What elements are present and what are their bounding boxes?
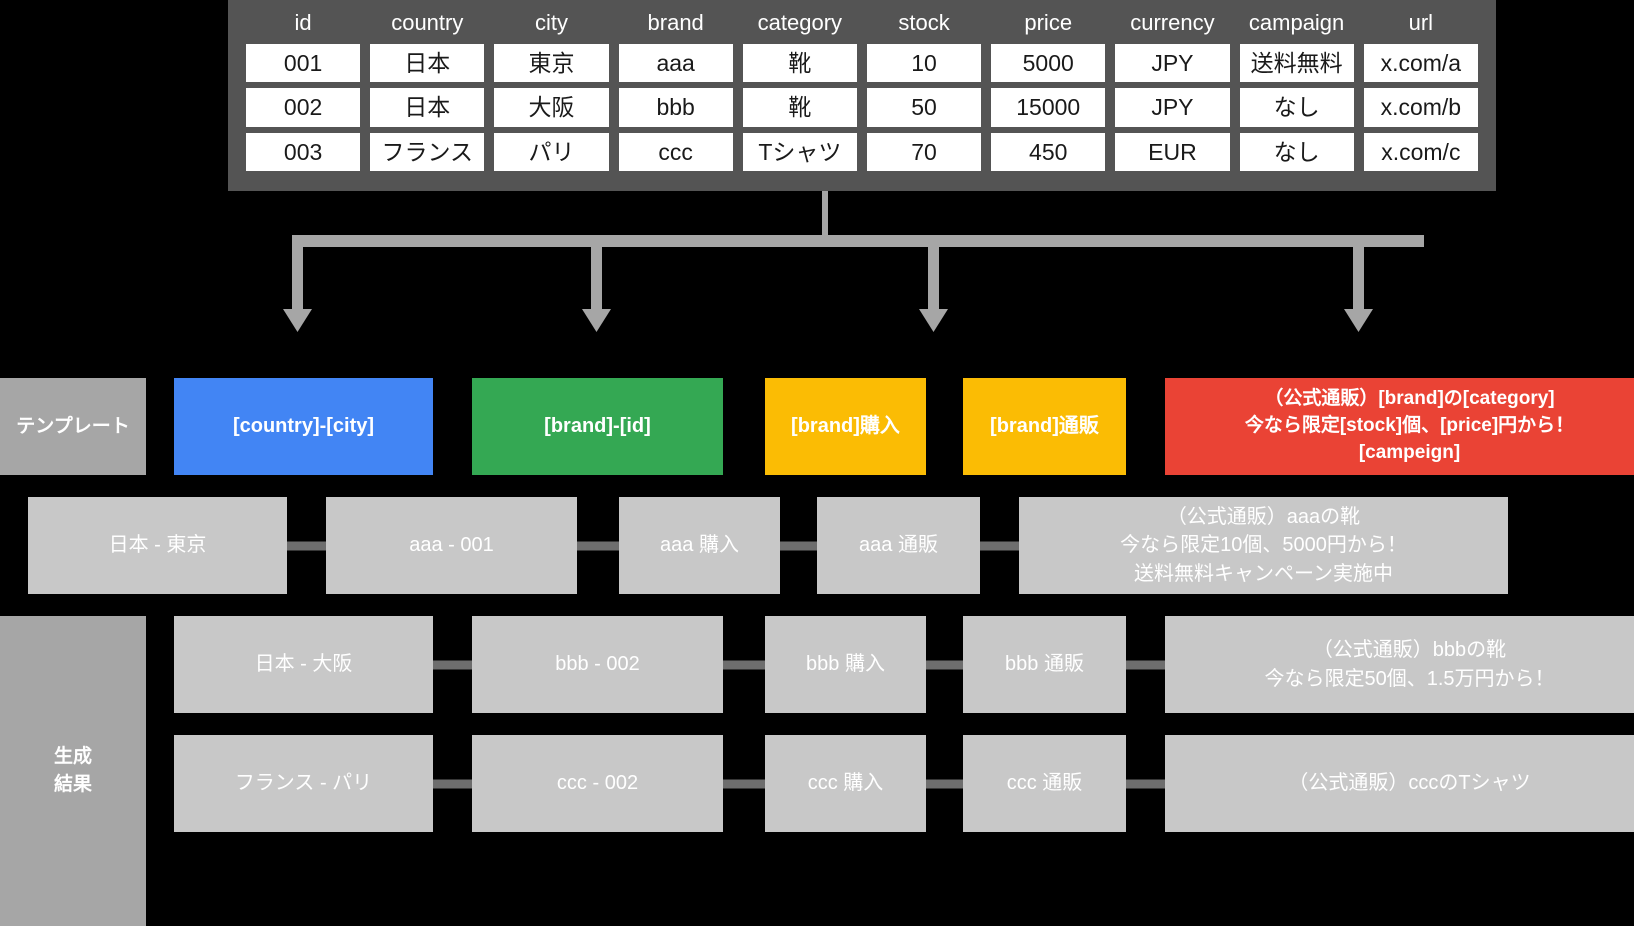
generated-cell-brand-id: bbb - 002: [472, 616, 765, 713]
generated-cell-brand-purchase: aaa 購入: [619, 497, 817, 594]
column-header-price: price: [1024, 10, 1073, 35]
connector-nub: [1126, 660, 1165, 669]
cell-country: 日本: [370, 88, 485, 127]
connector-arrow-4: [1344, 235, 1373, 332]
generated-row-1: 生成 結果 日本 - 東京 aaa - 001 aaa 購入 aaa 通販 （公…: [0, 497, 1634, 926]
cell-category: 靴: [742, 88, 857, 127]
generated-row-3: フランス - パリ ccc - 002 ccc 購入 ccc 通販 （公式通販）…: [0, 735, 1634, 832]
connector-nub: [780, 541, 817, 550]
template-card-brand-mailorder[interactable]: [brand]通販: [963, 378, 1126, 475]
connector-stem: [822, 191, 828, 239]
cell-campaign: 送料無料: [1239, 44, 1354, 83]
template-card-official-ad[interactable]: （公式通販）[brand]の[category] 今なら限定[stock]個、[…: [1165, 378, 1634, 475]
generated-cell-brand-purchase: ccc 購入: [765, 735, 963, 832]
generated-cell-official-ad: （公式通販）bbbの靴 今なら限定50個、1.5万円から！: [1165, 616, 1634, 713]
column-header-url: url: [1408, 10, 1434, 35]
generated-cell-official-ad: （公式通販）aaaの靴 今なら限定10個、5000円から！ 送料無料キャンペーン…: [1019, 497, 1508, 594]
connector-nub: [926, 660, 963, 669]
cell-id: 003: [246, 132, 361, 172]
cell-city: 大阪: [494, 88, 609, 127]
cell-category: Tシャツ: [742, 132, 857, 172]
cell-url: x.com/b: [1363, 88, 1478, 127]
cell-id: 002: [246, 88, 361, 127]
cell-currency: JPY: [1115, 44, 1230, 83]
generated-cell-official-ad: （公式通販）cccのTシャツ: [1165, 735, 1634, 832]
column-header-category: category: [757, 10, 843, 35]
cell-brand: bbb: [618, 88, 733, 127]
connector-nub: [433, 779, 472, 788]
template-card-brand-purchase[interactable]: [brand]購入: [765, 378, 926, 475]
template-cells: [country]-[city] [brand]-[id] [brand]購入 …: [146, 378, 1634, 475]
column-header-campaign: campaign: [1248, 10, 1345, 35]
connector-nub: [433, 660, 472, 669]
column-header-country: country: [391, 10, 464, 35]
generated-cell-brand-purchase: bbb 購入: [765, 616, 963, 713]
table-header-row: id country city brand category stock pri…: [246, 10, 1478, 38]
connector-nub: [926, 779, 963, 788]
column-header-id: id: [294, 10, 312, 35]
generated-cell-country-city: 日本 - 大阪: [174, 616, 472, 713]
generated-cells-2: 日本 - 大阪 bbb - 002 bbb 購入 bbb 通販 （公式通販）bb…: [146, 616, 1634, 713]
column-header-stock: stock: [898, 10, 950, 35]
template-and-results: テンプレート [country]-[city] [brand]-[id] [br…: [0, 378, 1634, 926]
cell-currency: EUR: [1115, 132, 1230, 172]
cell-category: 靴: [742, 44, 857, 83]
generated-cell-brand-mailorder: bbb 通販: [963, 616, 1165, 713]
cell-brand: ccc: [618, 132, 733, 172]
connector-nub: [1126, 779, 1165, 788]
cell-stock: 10: [866, 44, 982, 83]
connector-nub: [577, 541, 619, 550]
connector-arrows: [283, 191, 1424, 332]
connector-nub: [723, 660, 765, 669]
cell-city: パリ: [494, 132, 609, 172]
generated-cell-brand-mailorder: aaa 通販: [817, 497, 1019, 594]
cell-url: x.com/c: [1363, 132, 1478, 172]
cell-country: 日本: [370, 44, 485, 83]
connector-arrow-3: [919, 235, 948, 332]
cell-currency: JPY: [1115, 88, 1230, 127]
template-card-brand-id[interactable]: [brand]-[id]: [472, 378, 723, 475]
column-header-currency: currency: [1130, 10, 1215, 35]
column-header-brand: brand: [647, 10, 704, 35]
cell-price: 5000: [991, 44, 1106, 83]
cell-country: フランス: [370, 132, 485, 172]
generated-cell-brand-id: aaa - 001: [326, 497, 619, 594]
cell-price: 450: [991, 132, 1106, 172]
generated-cell-country-city: 日本 - 東京: [28, 497, 326, 594]
template-card-country-city[interactable]: [country]-[city]: [174, 378, 433, 475]
connector-nub: [723, 779, 765, 788]
column-header-city: city: [534, 10, 568, 35]
table-row: 002 日本 大阪 bbb 靴 50 15000 JPY なし x.com/b: [246, 88, 1478, 127]
table-row: 001 日本 東京 aaa 靴 10 5000 JPY 送料無料 x.com/a: [246, 44, 1478, 83]
cell-city: 東京: [494, 44, 609, 83]
generated-cell-brand-mailorder: ccc 通販: [963, 735, 1165, 832]
generated-cells-1: 日本 - 東京 aaa - 001 aaa 購入 aaa 通販 （公式通販）aa…: [0, 497, 1634, 594]
cell-campaign: なし: [1239, 88, 1354, 127]
generated-cell-country-city: フランス - パリ: [174, 735, 472, 832]
connector-bus: [292, 235, 1424, 247]
generated-cells-3: フランス - パリ ccc - 002 ccc 購入 ccc 通販 （公式通販）…: [146, 735, 1634, 832]
generated-cell-brand-id: ccc - 002: [472, 735, 765, 832]
cell-campaign: なし: [1239, 132, 1354, 172]
cell-id: 001: [246, 44, 361, 83]
connector-arrow-1: [283, 235, 312, 332]
generated-row-2: 日本 - 大阪 bbb - 002 bbb 購入 bbb 通販 （公式通販）bb…: [0, 616, 1634, 713]
source-table: id country city brand category stock pri…: [236, 4, 1488, 177]
source-table-panel: id country city brand category stock pri…: [228, 0, 1496, 191]
connector-nub: [287, 541, 326, 550]
cell-stock: 50: [866, 88, 982, 127]
cell-url: x.com/a: [1363, 44, 1478, 83]
cell-brand: aaa: [618, 44, 733, 83]
cell-price: 15000: [991, 88, 1106, 127]
table-row: 003 フランス パリ ccc Tシャツ 70 450 EUR なし x.com…: [246, 132, 1478, 172]
cell-stock: 70: [866, 132, 982, 172]
connector-arrow-2: [582, 235, 611, 332]
connector-nub: [980, 541, 1019, 550]
row-label-template: テンプレート: [0, 378, 146, 475]
template-row: テンプレート [country]-[city] [brand]-[id] [br…: [0, 378, 1634, 475]
